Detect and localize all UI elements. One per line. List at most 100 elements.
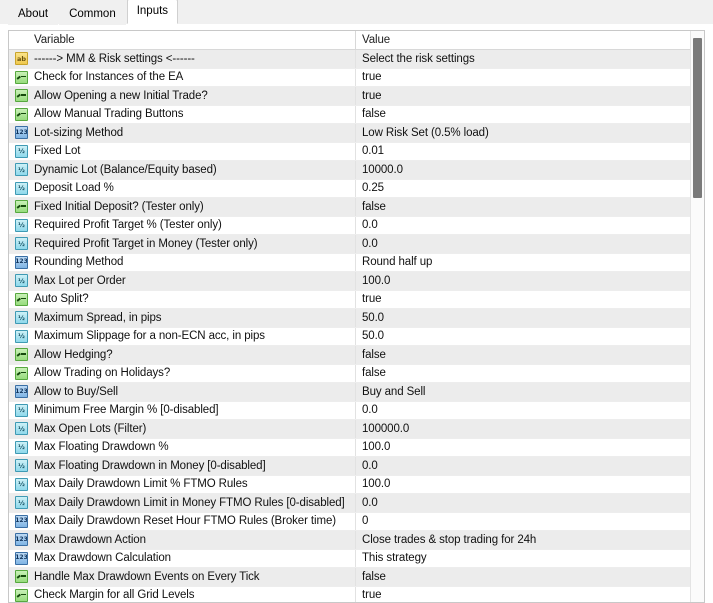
cell-variable: Check for Instances of the EA (9, 68, 356, 86)
tab-about[interactable]: About (8, 2, 59, 25)
table-row[interactable]: ½ Minimum Free Margin % [0-disabled] 0.0 (9, 401, 692, 420)
variable-label: Max Daily Drawdown Limit % FTMO Rules (34, 478, 248, 491)
table-row[interactable]: ½ Maximum Slippage for a non-ECN acc, in … (9, 327, 692, 346)
cell-value[interactable]: 100.0 (356, 476, 692, 494)
int-icon: 123 (15, 533, 28, 547)
table-row[interactable]: ½ Max Open Lots (Filter) 100000.0 (9, 420, 692, 439)
variable-label: Required Profit Target in Money (Tester … (34, 237, 258, 250)
value-label: true (362, 71, 382, 84)
table-row[interactable]: 123 Allow to Buy/Sell Buy and Sell (9, 383, 692, 402)
table-header-row: Variable Value (9, 31, 692, 50)
table-row[interactable]: ½ Dynamic Lot (Balance/Equity based) 10000… (9, 161, 692, 180)
scrollbar-thumb[interactable] (693, 38, 702, 198)
cell-value[interactable]: Select the risk settings (356, 50, 692, 68)
cell-value[interactable]: This strategy (356, 550, 692, 568)
variable-label: Allow Hedging? (34, 348, 113, 361)
cell-variable: ab ------> MM & Risk settings <------ (9, 50, 356, 68)
cell-value[interactable]: 0.0 (356, 457, 692, 475)
cell-variable: Handle Max Drawdown Events on Every Tick (9, 568, 356, 586)
value-label: false (362, 348, 386, 361)
variable-label: Allow to Buy/Sell (34, 385, 118, 398)
cell-value[interactable]: Round half up (356, 254, 692, 272)
cell-value[interactable]: 0 (356, 513, 692, 531)
cell-value[interactable]: 0.0 (356, 235, 692, 253)
table-row[interactable]: ½ Max Daily Drawdown Limit % FTMO Rules 10… (9, 475, 692, 494)
tab-inputs[interactable]: Inputs (126, 0, 179, 24)
value-label: true (362, 293, 382, 306)
value-label: 100000.0 (362, 422, 410, 435)
cell-value[interactable]: Buy and Sell (356, 383, 692, 401)
table-row[interactable]: ½ Maximum Spread, in pips 50.0 (9, 309, 692, 328)
cell-value[interactable]: 50.0 (356, 309, 692, 327)
cell-value[interactable]: 0.0 (356, 494, 692, 512)
bool-icon (15, 107, 28, 121)
table-row[interactable]: Fixed Initial Deposit? (Tester only) fals… (9, 198, 692, 217)
table-row[interactable]: Allow Trading on Holidays? false (9, 364, 692, 383)
cell-value[interactable]: Close trades & stop trading for 24h (356, 531, 692, 549)
table-row[interactable]: ½ Required Profit Target in Money (Tester… (9, 235, 692, 254)
double-icon: ½ (15, 237, 28, 251)
value-label: 0.0 (362, 237, 378, 250)
cell-value[interactable]: true (356, 291, 692, 309)
double-icon: ½ (15, 274, 28, 288)
table-row[interactable]: Check Margin for all Grid Levels true (9, 586, 692, 603)
cell-value[interactable]: true (356, 87, 692, 105)
table-row[interactable]: Check for Instances of the EA true (9, 68, 692, 87)
cell-value[interactable]: false (356, 365, 692, 383)
table-row[interactable]: ½ Fixed Lot 0.01 (9, 142, 692, 161)
cell-value[interactable]: 100.0 (356, 272, 692, 290)
cell-variable: 123 Max Drawdown Action (9, 531, 356, 549)
table-row[interactable]: Allow Hedging? false (9, 346, 692, 365)
cell-value[interactable]: false (356, 346, 692, 364)
cell-value[interactable]: 0.0 (356, 217, 692, 235)
table-row[interactable]: 123 Lot-sizing Method Low Risk Set (0.5% l… (9, 124, 692, 143)
cell-value[interactable]: 0.0 (356, 402, 692, 420)
cell-value[interactable]: false (356, 106, 692, 124)
cell-value[interactable]: 100.0 (356, 439, 692, 457)
table-row[interactable]: Allow Opening a new Initial Trade? true (9, 87, 692, 106)
table-row[interactable]: Allow Manual Trading Buttons false (9, 105, 692, 124)
table-row[interactable]: Handle Max Drawdown Events on Every Tick… (9, 568, 692, 587)
int-icon: 123 (15, 126, 28, 140)
column-header-value-label: Value (362, 34, 391, 46)
value-label: false (362, 367, 386, 380)
double-icon: ½ (15, 477, 28, 491)
table-row[interactable]: ½ Required Profit Target % (Tester only) 0… (9, 216, 692, 235)
cell-variable: Check Margin for all Grid Levels (9, 586, 356, 602)
table-row[interactable]: Auto Split? true (9, 290, 692, 309)
variable-label: Max Daily Drawdown Limit in Money FTMO R… (34, 496, 345, 509)
table-row[interactable]: ½ Max Daily Drawdown Limit in Money FTMO … (9, 494, 692, 513)
tab-common[interactable]: Common (59, 2, 126, 25)
cell-value[interactable]: true (356, 587, 692, 603)
table-row[interactable]: ½ Max Lot per Order 100.0 (9, 272, 692, 291)
cell-value[interactable]: 0.25 (356, 180, 692, 198)
cell-value[interactable]: Low Risk Set (0.5% load) (356, 124, 692, 142)
bool-wave-glyph (17, 203, 27, 210)
cell-value[interactable]: false (356, 568, 692, 586)
cell-value[interactable]: false (356, 198, 692, 216)
table-row[interactable]: 123 Max Drawdown Action Close trades & sto… (9, 531, 692, 550)
value-label: 0.0 (362, 496, 378, 509)
cell-variable: ½ Max Daily Drawdown Limit % FTMO Rules (9, 475, 356, 493)
table-row[interactable]: ½ Max Floating Drawdown % 100.0 (9, 438, 692, 457)
double-icon: ½ (15, 311, 28, 325)
value-label: This strategy (362, 552, 427, 565)
variable-label: Allow Manual Trading Buttons (34, 108, 184, 121)
cell-variable: ½ Deposit Load % (9, 179, 356, 197)
cell-variable: ½ Max Floating Drawdown % (9, 438, 356, 456)
table-row[interactable]: 123 Rounding Method Round half up (9, 253, 692, 272)
vertical-scrollbar[interactable] (690, 31, 704, 602)
cell-value[interactable]: 50.0 (356, 328, 692, 346)
table-row[interactable]: ½ Deposit Load % 0.25 (9, 179, 692, 198)
cell-value[interactable]: 0.01 (356, 143, 692, 161)
table-row[interactable]: 123 Max Daily Drawdown Reset Hour FTMO Ru… (9, 512, 692, 531)
variable-label: Maximum Slippage for a non-ECN acc, in p… (34, 330, 265, 343)
table-row[interactable]: ½ Max Floating Drawdown in Money [0-disab… (9, 457, 692, 476)
cell-value[interactable]: 10000.0 (356, 161, 692, 179)
cell-variable: 123 Allow to Buy/Sell (9, 383, 356, 401)
table-row[interactable]: ab ------> MM & Risk settings <------ Sele… (9, 50, 692, 69)
cell-value[interactable]: true (356, 69, 692, 87)
cell-value[interactable]: 100000.0 (356, 420, 692, 438)
value-label: 0.01 (362, 145, 384, 158)
table-row[interactable]: 123 Max Drawdown Calculation This strategy (9, 549, 692, 568)
